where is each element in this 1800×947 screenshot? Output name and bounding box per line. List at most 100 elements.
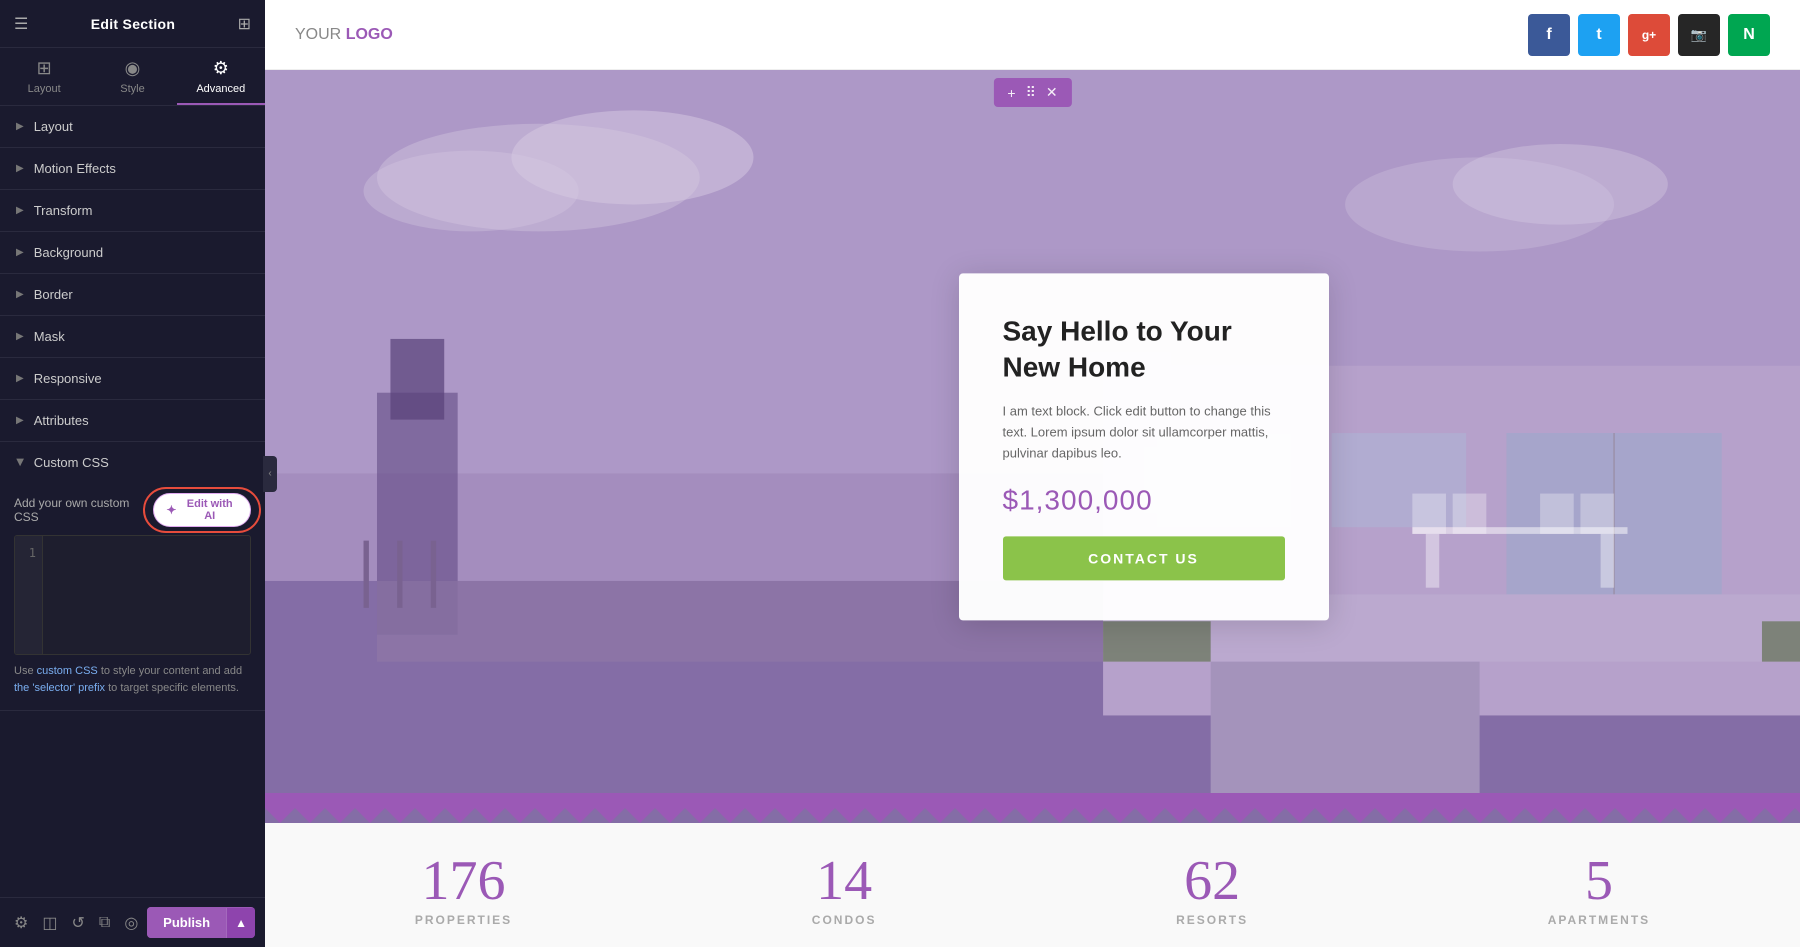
accordion-attributes-header[interactable]: ▶ Attributes — [0, 400, 265, 441]
accordion-motion-effects: ▶ Motion Effects — [0, 148, 265, 190]
accordion-responsive-arrow: ▶ — [16, 373, 24, 384]
publish-button[interactable]: Publish — [147, 907, 226, 938]
accordion-custom-css-header[interactable]: ▶ Custom CSS — [0, 442, 265, 483]
css-help-link-2-text: the 'selector' prefix — [14, 682, 105, 694]
accordion-custom-css-label: Custom CSS — [34, 455, 109, 470]
css-help-text-1: Use — [14, 665, 37, 677]
stat-condos-number: 14 — [812, 853, 877, 909]
accordion-mask-header[interactable]: ▶ Mask — [0, 316, 265, 357]
css-help-link-1[interactable]: custom CSS — [37, 665, 98, 677]
accordion-background: ▶ Background — [0, 232, 265, 274]
css-help-text-2: to style your content and add — [98, 665, 242, 677]
accordion-layout-arrow: ▶ — [16, 121, 24, 132]
stat-apartments-label: APARTMENTS — [1548, 913, 1650, 927]
logo-your: YOUR — [295, 26, 341, 43]
accordion-background-header[interactable]: ▶ Background — [0, 232, 265, 273]
facebook-icon[interactable]: f — [1528, 14, 1570, 56]
css-help-text: Use custom CSS to style your content and… — [14, 663, 251, 696]
accordion-background-arrow: ▶ — [16, 247, 24, 258]
stat-resorts: 62 RESORTS — [1176, 853, 1248, 927]
accordion-transform-label: Transform — [34, 203, 93, 218]
tab-style-label: Style — [120, 83, 144, 95]
google-plus-icon[interactable]: g+ — [1628, 14, 1670, 56]
accordion-mask-label: Mask — [34, 329, 65, 344]
panel-tabs: ⊞ Layout ◉ Style ⚙ Advanced — [0, 48, 265, 106]
css-editor: 1 — [14, 535, 251, 655]
stat-apartments-number: 5 — [1548, 853, 1650, 909]
tab-layout[interactable]: ⊞ Layout — [0, 48, 88, 105]
panel-header: ☰ Edit Section ⊞ — [0, 0, 265, 48]
css-help-text-3: to target specific elements. — [105, 682, 239, 694]
accordion-transform-header[interactable]: ▶ Transform — [0, 190, 265, 231]
collapse-panel-handle[interactable]: ‹ — [263, 456, 277, 492]
style-tab-icon: ◉ — [125, 58, 141, 79]
instagram-icon[interactable]: 📷 — [1678, 14, 1720, 56]
stats-bar: 176 PROPERTIES 14 CONDOS 62 RESORTS 5 AP… — [265, 823, 1800, 947]
accordion-border: ▶ Border — [0, 274, 265, 316]
accordion-background-label: Background — [34, 245, 103, 260]
hero-section: + ⠿ ✕ Say Hello to Your New Home I am te… — [265, 70, 1800, 823]
accordion-motion-effects-header[interactable]: ▶ Motion Effects — [0, 148, 265, 189]
accordion-border-header[interactable]: ▶ Border — [0, 274, 265, 315]
stat-resorts-number: 62 — [1176, 853, 1248, 909]
left-panel: ☰ Edit Section ⊞ ⊞ Layout ◉ Style ⚙ Adva… — [0, 0, 265, 947]
stat-properties-number: 176 — [415, 853, 512, 909]
hamburger-icon[interactable]: ☰ — [14, 14, 28, 34]
custom-css-body: Add your own custom CSS Edit with AI 1 U… — [0, 483, 265, 710]
custom-css-label-row: Add your own custom CSS Edit with AI — [14, 493, 251, 527]
publish-label: Publish — [163, 915, 210, 930]
accordion-mask: ▶ Mask — [0, 316, 265, 358]
accordion-custom-css-arrow: ▶ — [14, 459, 25, 467]
line-number-1: 1 — [29, 546, 36, 560]
css-line-numbers: 1 — [15, 536, 43, 654]
bottom-icons: ⚙ ◫ ↺ ⧉ ◎ — [14, 913, 138, 933]
accordion-motion-effects-label: Motion Effects — [34, 161, 116, 176]
accordion-attributes-arrow: ▶ — [16, 415, 24, 426]
accordion-layout-header[interactable]: ▶ Layout — [0, 106, 265, 147]
accordion-responsive: ▶ Responsive — [0, 358, 265, 400]
layout-tab-icon: ⊞ — [37, 58, 52, 79]
advanced-tab-icon: ⚙ — [213, 58, 229, 79]
layers-icon[interactable]: ◫ — [42, 913, 57, 933]
accordion-border-label: Border — [34, 287, 73, 302]
history-icon[interactable]: ↺ — [71, 913, 84, 933]
copy-icon[interactable]: ⧉ — [99, 914, 110, 932]
preview-icon[interactable]: ◎ — [124, 913, 138, 933]
twitter-icon[interactable]: t — [1578, 14, 1620, 56]
move-section-btn[interactable]: ⠿ — [1022, 84, 1040, 101]
stat-properties: 176 PROPERTIES — [415, 853, 512, 927]
network-icon[interactable]: N — [1728, 14, 1770, 56]
publish-chevron-button[interactable]: ▲ — [226, 908, 255, 938]
accordion-attributes: ▶ Attributes — [0, 400, 265, 442]
stat-properties-label: PROPERTIES — [415, 913, 512, 927]
accordion-layout: ▶ Layout — [0, 106, 265, 148]
add-section-btn[interactable]: + — [1003, 85, 1019, 101]
main-content: YOUR LOGO f t g+ 📷 N — [265, 0, 1800, 947]
stat-condos: 14 CONDOS — [812, 853, 877, 927]
tab-advanced-label: Advanced — [196, 83, 245, 95]
hero-body: I am text block. Click edit button to ch… — [1003, 402, 1285, 464]
accordion-motion-effects-arrow: ▶ — [16, 163, 24, 174]
css-help-link-2[interactable]: the 'selector' prefix — [14, 682, 105, 694]
social-icons: f t g+ 📷 N — [1528, 14, 1770, 56]
accordion-border-arrow: ▶ — [16, 289, 24, 300]
contact-us-button[interactable]: CONTACT US — [1003, 536, 1285, 580]
grid-icon[interactable]: ⊞ — [238, 14, 251, 34]
tab-advanced[interactable]: ⚙ Advanced — [177, 48, 265, 105]
panel-bottom: ⚙ ◫ ↺ ⧉ ◎ Publish ▲ — [0, 897, 265, 947]
panel-body: ▶ Layout ▶ Motion Effects ▶ Transform ▶ … — [0, 106, 265, 897]
custom-css-label: Add your own custom CSS — [14, 496, 153, 524]
close-section-btn[interactable]: ✕ — [1042, 84, 1062, 101]
settings-icon[interactable]: ⚙ — [14, 913, 28, 933]
logo: YOUR LOGO — [295, 26, 393, 44]
edit-with-ai-button[interactable]: Edit with AI — [153, 493, 251, 527]
tab-layout-label: Layout — [28, 83, 61, 95]
accordion-transform-arrow: ▶ — [16, 205, 24, 216]
hero-price: $1,300,000 — [1003, 484, 1285, 516]
css-textarea[interactable] — [43, 536, 250, 654]
accordion-mask-arrow: ▶ — [16, 331, 24, 342]
ai-btn-wrapper: Edit with AI — [153, 493, 251, 527]
accordion-responsive-header[interactable]: ▶ Responsive — [0, 358, 265, 399]
tab-style[interactable]: ◉ Style — [88, 48, 176, 105]
publish-btn-group: Publish ▲ — [147, 907, 255, 938]
